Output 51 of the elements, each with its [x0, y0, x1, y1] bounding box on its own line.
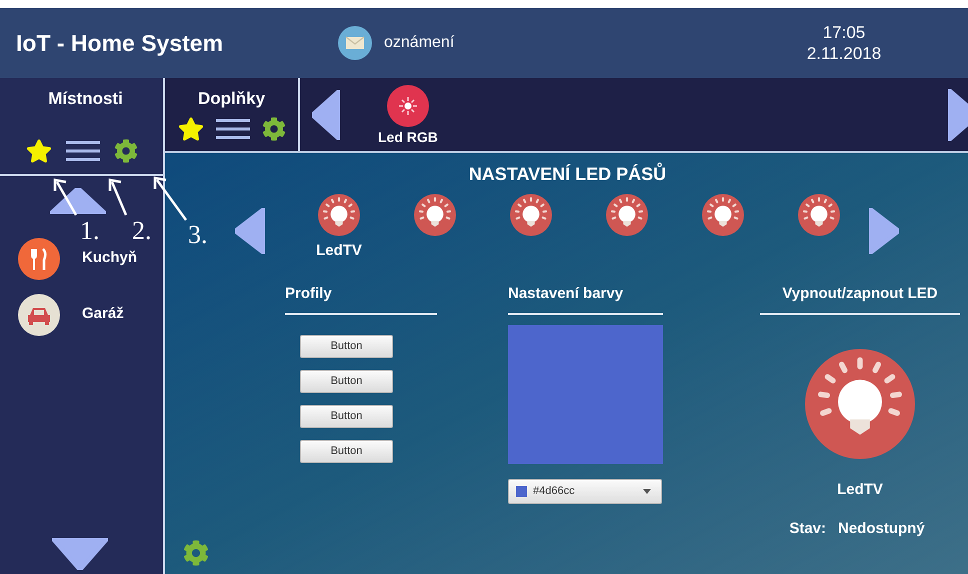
strip-label[interactable]: LedTV — [316, 240, 362, 262]
panel-title: NASTAVENÍ LED PÁSŮ — [468, 162, 666, 186]
device-label[interactable]: Led RGB — [378, 127, 438, 148]
profile-button[interactable]: Button — [300, 440, 393, 463]
app-title: IoT - Home System — [16, 28, 224, 58]
color-swatch — [516, 486, 527, 497]
star-icon[interactable] — [178, 116, 204, 142]
room-label[interactable]: Garáž — [82, 303, 124, 326]
color-value: #4d66cc — [533, 484, 575, 500]
profile-button[interactable]: Button — [300, 370, 393, 393]
profile-button[interactable]: Button — [300, 335, 393, 358]
light-bulb-icon[interactable] — [606, 194, 648, 236]
previous-arrow-icon[interactable] — [312, 90, 340, 140]
settings-icon[interactable] — [114, 138, 138, 162]
power-toggle-icon[interactable] — [805, 349, 915, 459]
previous-arrow-icon[interactable] — [235, 208, 265, 254]
scroll-down-icon[interactable] — [52, 538, 108, 570]
caret-icon — [643, 489, 651, 494]
status-label: Stav: — [789, 518, 826, 538]
light-bulb-icon[interactable] — [414, 194, 456, 236]
sidebar-title: Místnosti — [48, 88, 123, 110]
menu-icon[interactable] — [66, 140, 100, 162]
status-value: Nedostupný — [838, 518, 925, 538]
light-bulb-icon[interactable] — [702, 194, 744, 236]
annotation-label: 1. — [80, 218, 100, 244]
settings-icon[interactable] — [262, 116, 286, 140]
light-bulb-icon[interactable] — [798, 194, 840, 236]
scroll-up-icon[interactable] — [50, 188, 106, 214]
device-name: LedTV — [837, 480, 883, 500]
section-title: Vypnout/zapnout LED — [782, 284, 938, 304]
cutlery-icon[interactable] — [18, 238, 60, 280]
room-label[interactable]: Kuchyň — [82, 247, 138, 270]
next-arrow-icon[interactable] — [869, 208, 899, 254]
annotation-label: 2. — [132, 218, 152, 244]
light-icon[interactable] — [386, 85, 429, 127]
clock-date: 2.11.2018 — [806, 43, 882, 64]
light-bulb-icon[interactable] — [510, 194, 552, 236]
light-bulb-icon[interactable] — [318, 194, 360, 236]
profile-button[interactable]: Button — [300, 405, 393, 428]
color-picker[interactable]: #4d66cc — [508, 479, 662, 504]
menu-icon[interactable] — [216, 118, 250, 140]
notifications-link[interactable]: oznámení — [384, 31, 454, 55]
star-icon[interactable] — [26, 138, 52, 164]
section-title: Nastavení barvy — [508, 284, 624, 304]
addons-title: Doplňky — [198, 88, 266, 110]
clock-time: 17:05 — [822, 22, 866, 43]
settings-icon[interactable] — [183, 540, 209, 566]
annotation-label: 3. — [188, 222, 208, 248]
mail-icon[interactable] — [338, 26, 372, 60]
car-icon[interactable] — [18, 294, 60, 336]
section-title: Profily — [285, 284, 333, 304]
